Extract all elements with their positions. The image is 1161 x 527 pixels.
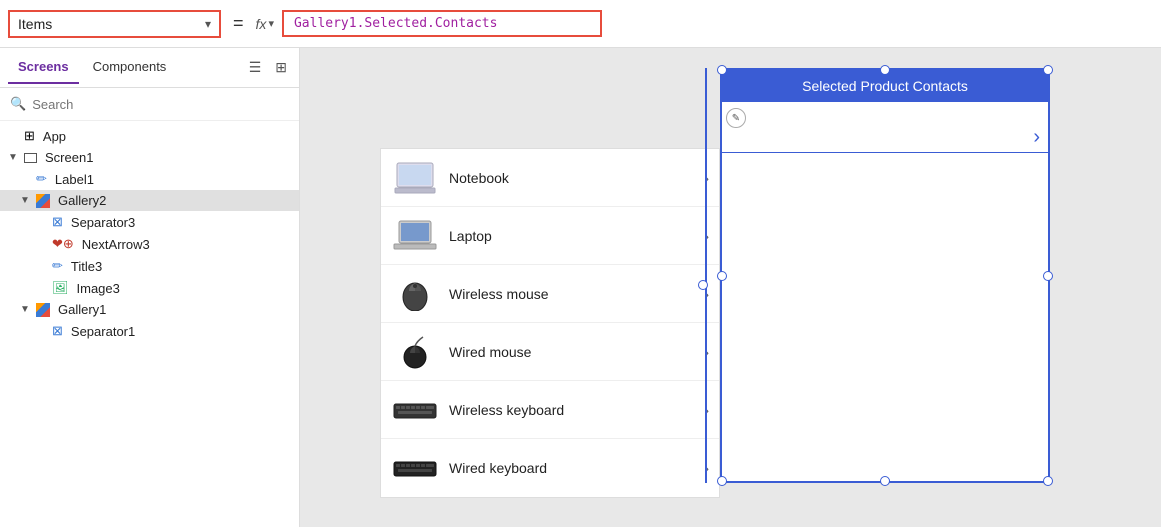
tree-label-title3: Title3 [71,259,102,274]
tree-arrow-gallery2: ▼ [20,195,32,206]
search-input[interactable] [32,97,289,112]
edit-icon[interactable]: ✎ [726,108,746,128]
wireless-keyboard-image [391,392,439,428]
tree-item-image3[interactable]: 🖼 Image3 [0,277,299,299]
formula-text: Gallery1.Selected.Contacts [294,16,498,31]
tree-panel: ⊞ App ▼ Screen1 ✏ Label1 ▼ Gallery2 [0,121,299,527]
gallery2-selection-border [705,68,707,483]
handle-mr[interactable] [1043,271,1053,281]
handle-br[interactable] [1043,476,1053,486]
search-icon: 🔍 [10,96,26,112]
gallery2-handle-mid[interactable] [698,280,708,290]
wireless-keyboard-title: Wireless keyboard [449,402,694,418]
name-selector-chevron[interactable]: ▾ [205,17,211,31]
tree-label-screen1: Screen1 [45,150,93,165]
gallery1-content: › [722,102,1048,477]
gallery2-item-laptop[interactable]: Laptop › [381,207,719,265]
gallery2-item-wireless-keyboard[interactable]: Wireless keyboard › [381,381,719,439]
tree-label-image3: Image3 [77,281,120,296]
gallery1-widget[interactable]: Selected Product Contacts ✎ › [720,68,1050,483]
search-box: 🔍 [0,88,299,121]
notebook-title: Notebook [449,170,694,186]
gallery1-icon [36,303,50,317]
tree-item-screen1[interactable]: ▼ Screen1 [0,147,299,168]
tree-arrow-gallery1: ▼ [20,304,32,315]
tree-label-gallery1: Gallery1 [58,302,106,317]
wireless-mouse-image [391,276,439,312]
formula-bar[interactable]: Gallery1.Selected.Contacts [282,10,602,37]
tree-item-title3[interactable]: ✏ Title3 [0,255,299,277]
tab-components[interactable]: Components [83,51,177,84]
notebook-image [391,160,439,196]
screen1-icon [24,153,37,163]
name-selector-input[interactable]: Items [18,16,199,32]
app-icon: ⊞ [24,128,35,144]
tree-item-label1[interactable]: ✏ Label1 [0,168,299,190]
toolbar: Items ▾ = fx ▾ Gallery1.Selected.Contact… [0,0,1161,48]
laptop-image [391,218,439,254]
name-selector-box[interactable]: Items ▾ [8,10,221,38]
handle-tl[interactable] [717,65,727,75]
title3-icon: ✏ [52,258,63,274]
image3-icon: 🖼 [52,280,69,296]
gallery2-item-wired-keyboard[interactable]: Wired keyboard › [381,439,719,497]
equals-sign: = [229,13,248,34]
gallery2-item-wireless-mouse[interactable]: Wireless mouse › [381,265,719,323]
gallery1-next-arrow[interactable]: › [1033,126,1040,149]
tree-label-label1: Label1 [55,172,94,187]
gallery2-item-wired-mouse[interactable]: Wired mouse › [381,323,719,381]
nextarrow3-icon: ❤⊕ [52,236,74,252]
wired-mouse-title: Wired mouse [449,344,694,360]
handle-tr[interactable] [1043,65,1053,75]
tree-item-nextarrow3[interactable]: ❤⊕ NextArrow3 [0,233,299,255]
tree-arrow-screen1: ▼ [8,152,20,163]
tree-item-separator1[interactable]: ⊠ Separator1 [0,320,299,342]
handle-bl[interactable] [717,476,727,486]
tab-screens[interactable]: Screens [8,51,79,84]
left-panel: Screens Components ☰ ⊞ 🔍 ⊞ App ▼ [0,48,300,527]
handle-ml[interactable] [717,271,727,281]
tree-label-gallery2: Gallery2 [58,193,106,208]
tree-item-gallery1[interactable]: ▼ Gallery1 [0,299,299,320]
wired-mouse-image [391,334,439,370]
gallery2-widget[interactable]: Notebook › Laptop › [380,148,720,498]
handle-bm[interactable] [880,476,890,486]
wired-keyboard-title: Wired keyboard [449,460,694,476]
wired-keyboard-image [391,450,439,486]
tree-item-app[interactable]: ⊞ App [0,125,299,147]
list-view-icon[interactable]: ☰ [245,57,266,78]
handle-tm[interactable] [880,65,890,75]
tree-label-separator3: Separator3 [71,215,135,230]
fx-button[interactable]: fx ▾ [256,16,274,32]
tree-label-separator1: Separator1 [71,324,135,339]
gallery1-separator [722,152,1048,153]
gallery2-item-notebook[interactable]: Notebook › [381,149,719,207]
tree-item-separator3[interactable]: ⊠ Separator3 [0,211,299,233]
tree-label-nextarrow3: NextArrow3 [82,237,150,252]
wireless-mouse-title: Wireless mouse [449,286,694,302]
separator1-icon: ⊠ [52,323,63,339]
panel-tabs: Screens Components ☰ ⊞ [0,48,299,88]
canvas-area: Notebook › Laptop › [300,48,1161,527]
separator3-icon: ⊠ [52,214,63,230]
label1-icon: ✏ [36,171,47,187]
laptop-title: Laptop [449,228,694,244]
main-area: Screens Components ☰ ⊞ 🔍 ⊞ App ▼ [0,48,1161,527]
tab-icons: ☰ ⊞ [245,57,291,78]
tree-item-gallery2[interactable]: ▼ Gallery2 [0,190,299,211]
tree-label-app: App [43,129,66,144]
gallery2-icon [36,194,50,208]
grid-view-icon[interactable]: ⊞ [271,57,291,78]
